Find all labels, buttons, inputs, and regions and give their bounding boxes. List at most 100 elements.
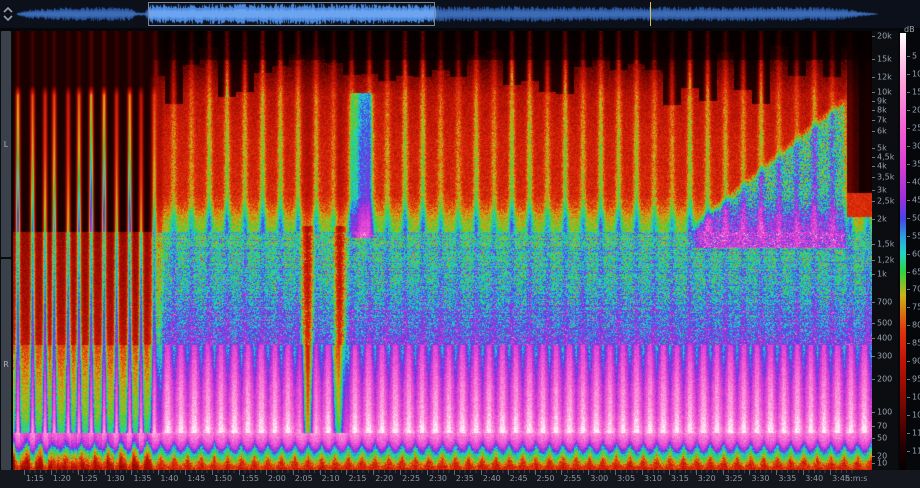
channel-tab-left[interactable]: L — [1, 31, 11, 257]
time-tick — [669, 470, 670, 475]
time-tick — [696, 470, 697, 475]
time-tick-label: 2:25 — [402, 474, 420, 483]
time-tick — [427, 470, 428, 475]
freq-tick-label: 5k — [877, 144, 887, 153]
freq-tick — [872, 379, 875, 380]
time-tick-label: 2:00 — [268, 474, 286, 483]
db-tick — [907, 343, 910, 344]
db-tick-label: 40 — [912, 177, 920, 186]
freq-tick-label: 400 — [877, 334, 892, 343]
time-ruler[interactable]: h:m:s 1:151:201:251:301:351:401:451:501:… — [0, 470, 920, 488]
time-tick — [293, 470, 294, 475]
db-tick — [907, 200, 910, 201]
db-tick-label: 110 — [912, 429, 920, 438]
time-tick-label: 2:15 — [348, 474, 366, 483]
db-tick — [907, 415, 910, 416]
freq-tick-label: 2,5k — [877, 197, 894, 206]
time-tick — [776, 470, 777, 475]
time-tick — [481, 470, 482, 475]
db-tick — [907, 379, 910, 380]
overview-bar — [0, 0, 920, 28]
freq-tick — [872, 92, 875, 93]
freq-tick — [872, 438, 875, 439]
collapse-overview-icon[interactable] — [2, 5, 16, 23]
time-tick — [131, 470, 132, 475]
time-tick-label: 1:40 — [160, 474, 178, 483]
time-tick-label: 3:45 — [832, 474, 850, 483]
db-tick — [907, 433, 910, 434]
freq-tick-label: 15k — [877, 55, 892, 64]
db-tick — [907, 307, 910, 308]
freq-tick — [872, 190, 875, 191]
overview-playhead[interactable] — [650, 2, 651, 26]
freq-tick-label: 200 — [877, 375, 892, 384]
freq-tick-label: 2k — [877, 215, 887, 224]
time-tick — [266, 470, 267, 475]
db-tick — [907, 361, 910, 362]
freq-tick — [872, 177, 875, 178]
channel-strip: L R — [0, 31, 12, 470]
db-tick-label: 95 — [912, 375, 920, 384]
time-tick — [561, 470, 562, 475]
time-tick — [346, 470, 347, 475]
time-tick-label: 3:25 — [725, 474, 743, 483]
db-tick — [907, 110, 910, 111]
db-tick — [907, 146, 910, 147]
time-tick-label: 1:55 — [241, 474, 259, 483]
time-tick-label: 1:15 — [26, 474, 44, 483]
overview-waveform[interactable] — [0, 0, 920, 28]
freq-tick — [872, 244, 875, 245]
freq-tick — [872, 260, 875, 261]
time-tick — [212, 470, 213, 475]
time-tick — [320, 470, 321, 475]
freq-tick-label: 6k — [877, 127, 887, 136]
frequency-ruler[interactable]: Hz 20k15k12k10k9k8k7k6k5k4,5k4k3,5k3k2,5… — [872, 31, 898, 470]
time-tick — [51, 470, 52, 475]
time-tick — [24, 470, 25, 475]
db-tick — [907, 128, 910, 129]
time-tick-label: 1:50 — [214, 474, 232, 483]
time-tick-label: 2:10 — [322, 474, 340, 483]
db-tick — [907, 451, 910, 452]
db-tick — [907, 74, 910, 75]
freq-tick-label: 3k — [877, 186, 887, 195]
db-tick-label: 20 — [912, 105, 920, 114]
freq-tick — [872, 77, 875, 78]
time-tick — [803, 470, 804, 475]
time-tick — [78, 470, 79, 475]
time-tick-label: 3:35 — [778, 474, 796, 483]
freq-tick — [872, 456, 875, 457]
freq-tick-label: 50 — [877, 434, 887, 443]
spectrogram-view[interactable] — [13, 31, 872, 470]
db-tick — [907, 289, 910, 290]
time-tick-label: 2:40 — [483, 474, 501, 483]
time-tick — [158, 470, 159, 475]
db-tick-label: 90 — [912, 357, 920, 366]
db-tick-label: 100 — [912, 393, 920, 402]
db-tick — [907, 254, 910, 255]
db-tick-label: 35 — [912, 159, 920, 168]
db-ruler: 5101520253035404550556065707580859095100… — [906, 31, 920, 470]
time-tick-label: 3:00 — [590, 474, 608, 483]
time-tick-label: 1:35 — [133, 474, 151, 483]
freq-tick — [872, 59, 875, 60]
db-tick-label: 55 — [912, 231, 920, 240]
time-tick-label: 3:05 — [617, 474, 635, 483]
freq-tick — [872, 302, 875, 303]
time-tick-label: 2:20 — [375, 474, 393, 483]
freq-tick-label: 10k — [877, 88, 892, 97]
freq-tick-label: 1,2k — [877, 256, 894, 265]
time-tick — [373, 470, 374, 475]
time-tick-label: 1:30 — [107, 474, 125, 483]
time-tick-label: 3:15 — [671, 474, 689, 483]
freq-tick — [872, 463, 875, 464]
freq-tick-label: 20k — [877, 32, 892, 41]
overview-selection-box[interactable] — [148, 2, 435, 26]
db-tick — [907, 272, 910, 273]
channel-label-left: L — [4, 140, 8, 149]
db-tick-label: 5 — [912, 52, 917, 61]
channel-tab-right[interactable]: R — [1, 259, 11, 470]
freq-tick — [872, 356, 875, 357]
time-tick — [615, 470, 616, 475]
freq-tick-label: 9k — [877, 97, 887, 106]
